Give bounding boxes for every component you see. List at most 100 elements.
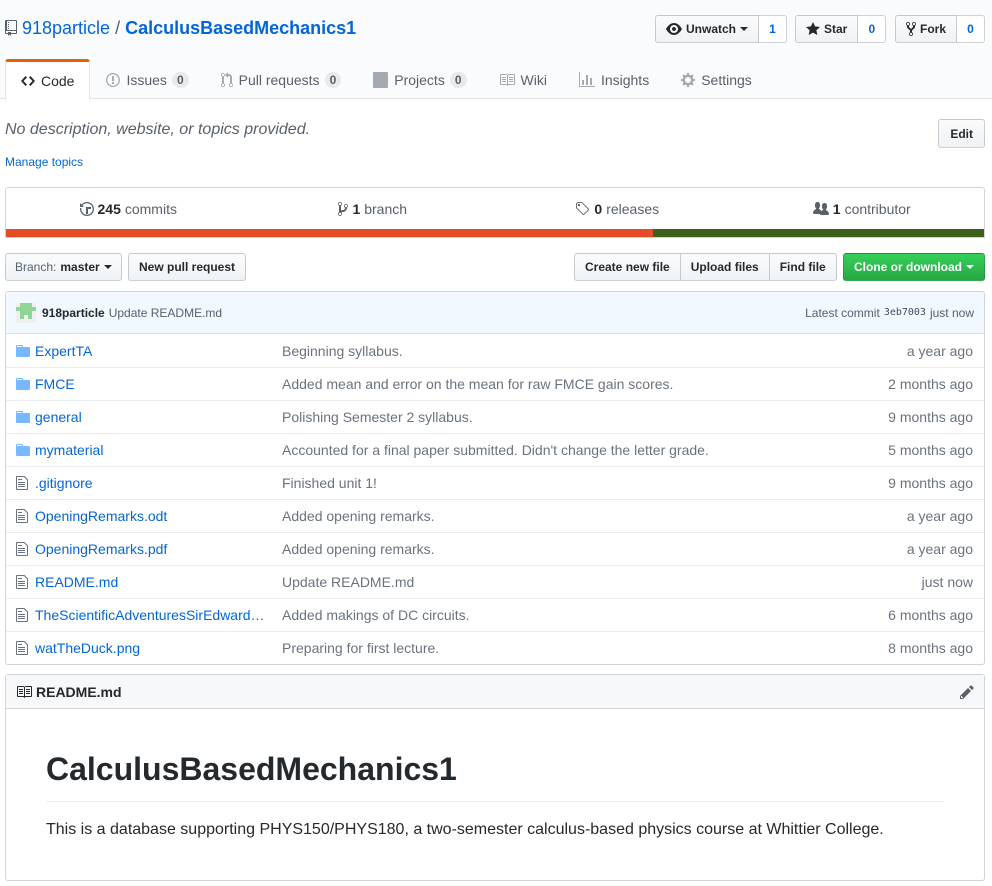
table-row: OpeningRemarks.pdf Added opening remarks.… xyxy=(6,532,984,565)
file-name-link[interactable]: README.md xyxy=(35,574,282,590)
file-name-link[interactable]: FMCE xyxy=(35,376,282,392)
tab-label: Projects xyxy=(394,71,445,88)
file-commit-message-link[interactable]: Polishing Semester 2 syllabus. xyxy=(282,409,854,425)
tab-code[interactable]: Code xyxy=(5,59,91,100)
file-commit-message-link[interactable]: Finished unit 1! xyxy=(282,475,854,491)
tab-pull-requests[interactable]: Pull requests 0 xyxy=(205,59,358,99)
commit-sha-link[interactable]: 3eb7003 xyxy=(884,307,926,318)
language-segment[interactable] xyxy=(6,229,654,237)
contributors-link[interactable]: 1 contributor xyxy=(740,188,985,230)
file-age: a year ago xyxy=(906,541,973,557)
file-icon xyxy=(6,607,35,623)
repo-header: 918particle / CalculusBasedMechanics1 Un… xyxy=(0,0,992,100)
commit-time: just now xyxy=(929,305,974,320)
pull-requests-counter: 0 xyxy=(324,71,342,88)
commit-message-link[interactable]: Update README.md xyxy=(109,306,222,320)
path-separator: / xyxy=(115,17,121,38)
new-pull-request-button[interactable]: New pull request xyxy=(128,253,247,281)
file-name-link[interactable]: OpeningRemarks.odt xyxy=(35,508,282,524)
projects-counter: 0 xyxy=(449,71,467,88)
file-age: 9 months ago xyxy=(888,409,973,425)
issue-icon xyxy=(106,72,121,88)
tab-insights[interactable]: Insights xyxy=(563,59,665,99)
commit-author-link[interactable]: 918particle xyxy=(42,306,105,320)
stargazers-count[interactable]: 0 xyxy=(858,15,887,43)
find-file-button[interactable]: Find file xyxy=(768,253,837,281)
file-name-link[interactable]: mymaterial xyxy=(35,442,282,458)
table-row: general Polishing Semester 2 syllabus. 9 m… xyxy=(6,400,984,433)
book-icon xyxy=(499,72,515,88)
file-name-link[interactable]: watTheDuck.png xyxy=(35,640,282,656)
watchers-count[interactable]: 1 xyxy=(759,15,788,43)
fork-label: Fork xyxy=(920,22,947,36)
file-commit-message-link[interactable]: Update README.md xyxy=(282,574,854,590)
file-commit-message-link[interactable]: Accounted for a final paper submitted. D… xyxy=(282,442,854,458)
star-label: Star xyxy=(824,22,848,36)
file-icon xyxy=(6,574,35,590)
fork-button[interactable]: Fork xyxy=(895,15,958,43)
repo-description: No description, website, or topics provi… xyxy=(5,121,311,138)
readme-body: CalculusBasedMechanics1 This is a databa… xyxy=(6,709,984,842)
forks-count[interactable]: 0 xyxy=(957,15,986,43)
repo-name-link[interactable]: CalculusBasedMechanics1 xyxy=(125,18,356,39)
table-row: README.md Update README.md just now xyxy=(6,565,984,598)
readme-paragraph: This is a database supporting PHYS150/PH… xyxy=(46,821,884,838)
issues-counter: 0 xyxy=(171,71,189,88)
edit-description-button[interactable]: Edit xyxy=(938,119,985,148)
star-icon xyxy=(806,21,820,37)
commits-link[interactable]: 245 commits xyxy=(6,188,251,230)
file-list: 918particle Update README.md Latest comm… xyxy=(5,291,985,665)
clone-label: Clone or download xyxy=(854,260,962,274)
manage-topics-link[interactable]: Manage topics xyxy=(5,155,83,169)
file-name-link[interactable]: TheScientificAdventuresSirEdward… xyxy=(35,607,282,623)
file-commit-message-link[interactable]: Added opening remarks. xyxy=(282,508,854,524)
file-age: 2 months ago xyxy=(888,376,973,392)
file-name-link[interactable]: OpeningRemarks.pdf xyxy=(35,541,282,557)
branch-select-button[interactable]: Branch: master xyxy=(5,253,122,281)
file-commit-message-link[interactable]: Beginning syllabus. xyxy=(282,343,854,359)
unwatch-button[interactable]: Unwatch xyxy=(655,15,760,43)
releases-count: 0 xyxy=(594,201,603,217)
file-actions-group: Create new file Upload files Find file xyxy=(574,253,837,281)
language-bar[interactable] xyxy=(6,229,984,237)
file-commit-message-link[interactable]: Added opening remarks. xyxy=(282,541,854,557)
file-name-link[interactable]: general xyxy=(35,409,282,425)
tab-settings[interactable]: Settings xyxy=(665,59,768,99)
table-row: mymaterial Accounted for a final paper su… xyxy=(6,433,984,466)
branch-icon xyxy=(338,201,349,217)
language-segment[interactable] xyxy=(653,229,984,237)
file-age: a year ago xyxy=(906,342,973,359)
branch-name: master xyxy=(60,260,100,274)
folder-icon xyxy=(6,376,35,392)
tab-issues[interactable]: Issues 0 xyxy=(90,59,204,99)
avatar[interactable] xyxy=(16,302,36,323)
repo-owner-link[interactable]: 918particle xyxy=(22,18,110,39)
file-commit-message-link[interactable]: Added mean and error on the mean for raw… xyxy=(282,376,854,392)
readme-header: README.md xyxy=(6,675,984,709)
tag-icon xyxy=(575,201,590,217)
eye-icon xyxy=(666,21,682,37)
branches-link[interactable]: 1 branch xyxy=(251,188,496,230)
file-age: 8 months ago xyxy=(888,640,973,656)
file-commit-message-link[interactable]: Preparing for first lecture. xyxy=(282,640,854,656)
file-name-link[interactable]: .gitignore xyxy=(35,475,282,491)
file-commit-message-link[interactable]: Added makings of DC circuits. xyxy=(282,607,854,623)
tab-label: Issues xyxy=(126,71,167,88)
clone-or-download-button[interactable]: Clone or download xyxy=(843,253,985,281)
create-new-file-button[interactable]: Create new file xyxy=(574,253,681,281)
tab-label: Code xyxy=(41,73,75,89)
releases-link[interactable]: 0 releases xyxy=(495,188,740,230)
pencil-icon[interactable] xyxy=(960,684,974,700)
history-icon xyxy=(79,201,94,217)
tab-label: Insights xyxy=(600,71,650,88)
tab-wiki[interactable]: Wiki xyxy=(483,59,563,99)
tab-label: Settings xyxy=(701,71,752,88)
upload-files-button[interactable]: Upload files xyxy=(679,253,770,281)
caret-down-icon xyxy=(103,265,112,269)
star-button[interactable]: Star xyxy=(795,15,859,43)
latest-commit-label: Latest commit xyxy=(805,305,880,320)
project-icon xyxy=(373,71,389,88)
readme-filename: README.md xyxy=(36,683,122,700)
tab-projects[interactable]: Projects 0 xyxy=(357,59,482,99)
file-name-link[interactable]: ExpertTA xyxy=(35,343,282,359)
